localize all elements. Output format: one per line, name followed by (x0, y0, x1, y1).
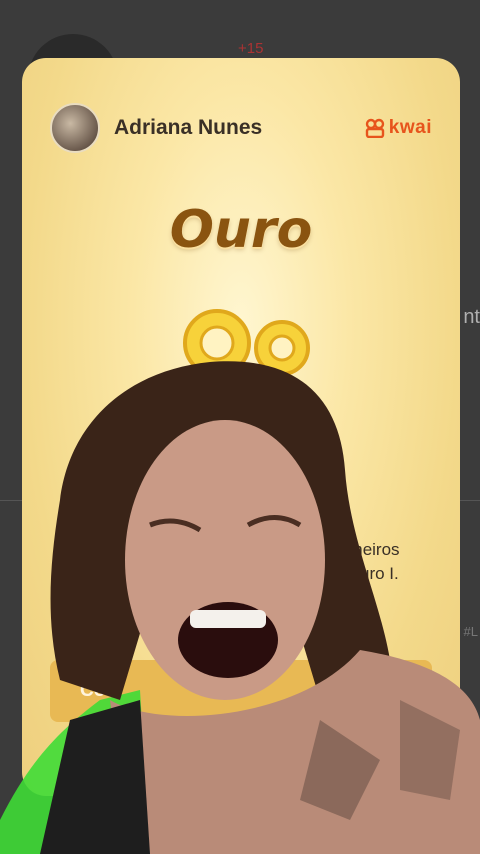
continue-button[interactable]: Co (50, 660, 432, 722)
brand-logo: kwai (365, 117, 432, 139)
kwai-logo-icon (365, 118, 384, 138)
description-line-2: 10 el Ouro I. (83, 564, 399, 583)
background-side-tag: #L (463, 624, 478, 639)
background-side-text: nt (463, 306, 480, 328)
coin-icon (183, 309, 310, 377)
brand-text: kwai (388, 117, 432, 138)
level-card: Adriana Nunes kwai Ouro P primeiros 10 e… (22, 58, 460, 796)
level-title: Ouro (169, 200, 313, 260)
level-description: P primeiros 10 el Ouro I. (46, 538, 436, 586)
background-plus-badge: +15 (238, 40, 264, 57)
card-header: Adriana Nunes kwai (50, 103, 432, 153)
description-line-1: P primeiros (82, 540, 400, 559)
avatar[interactable] (50, 103, 100, 153)
user-name: Adriana Nunes (114, 116, 263, 139)
